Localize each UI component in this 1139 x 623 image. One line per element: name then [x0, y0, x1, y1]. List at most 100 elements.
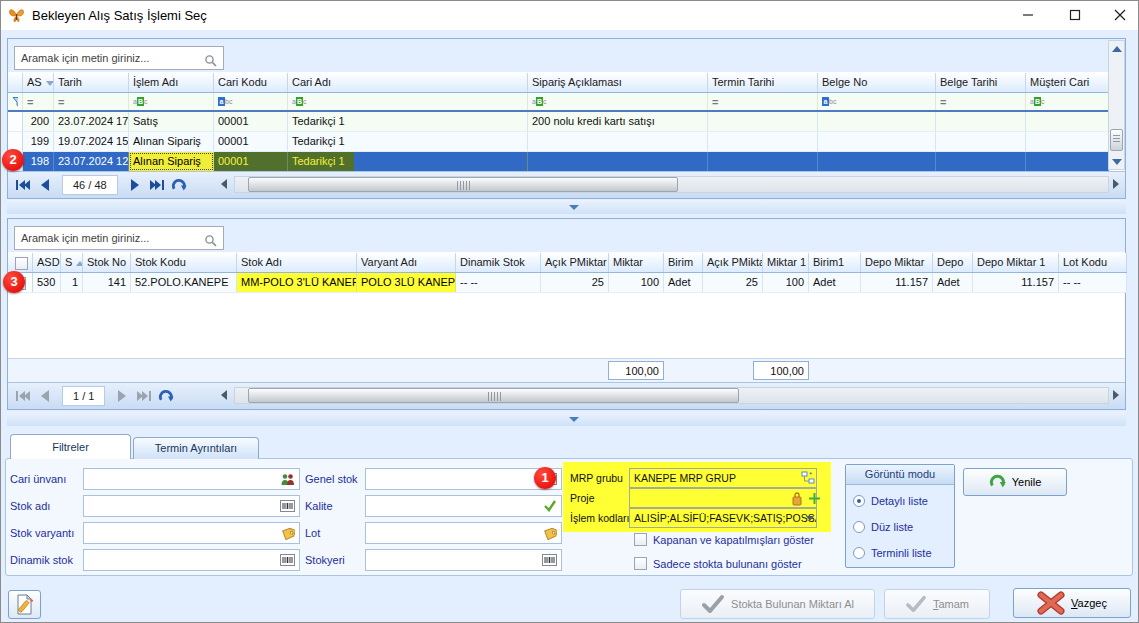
grid2-cell[interactable]: 11.157	[973, 273, 1059, 292]
grid2-cell[interactable]: 11.157	[861, 273, 933, 292]
grid1-cell[interactable]	[708, 152, 818, 171]
pager-prev-button[interactable]	[34, 175, 56, 195]
grid1-cell[interactable]: Tedarikçi 1	[288, 112, 528, 131]
grid2-cell[interactable]: MM-POLO 3'LÜ KANEPE	[237, 273, 357, 292]
splitter-top[interactable]	[7, 200, 1126, 214]
grid2-col-header[interactable]: S	[61, 253, 83, 272]
pager-next-button[interactable]	[111, 386, 133, 406]
grid1-cell[interactable]: 00001	[214, 112, 288, 131]
filter-input[interactable]	[365, 549, 562, 571]
grid2-hscrollbar[interactable]	[234, 387, 1109, 404]
grid1-filter-cell[interactable]: =	[936, 93, 1026, 110]
grid2-col-header[interactable]: Birim1	[809, 253, 861, 272]
grid2-col-header[interactable]: Dinamik Stok	[456, 253, 541, 272]
filter-input[interactable]	[83, 522, 300, 544]
grid2-col-header[interactable]: Depo	[933, 253, 973, 272]
radio-terminli-liste[interactable]	[853, 547, 865, 559]
filter-input[interactable]	[365, 468, 562, 490]
pager-last-button[interactable]	[133, 386, 155, 406]
grid2-cell[interactable]: 25	[703, 273, 763, 292]
pager-refresh-button[interactable]	[168, 175, 190, 195]
grid1-filter-cell[interactable]: =	[54, 93, 129, 110]
grid2-cell[interactable]: -- --	[456, 273, 541, 292]
grid1-cell[interactable]: 19.07.2024 15:1	[54, 132, 129, 151]
grid1-vscrollbar[interactable]	[1108, 40, 1125, 170]
grid1-cell[interactable]: Tedarikçi 1	[288, 152, 528, 171]
proje-input[interactable]	[629, 488, 817, 508]
grid1-cell[interactable]	[708, 132, 818, 151]
grid1-col-header[interactable]: Sipariş Açıklaması	[528, 73, 708, 92]
grid2-cell[interactable]: Adet	[809, 273, 861, 292]
pager-next-button[interactable]	[124, 175, 146, 195]
grid1-cell[interactable]	[818, 152, 936, 171]
grid2-cell[interactable]: POLO 3LÜ KANEPE	[357, 273, 456, 292]
grid1-row-1[interactable]: 19919.07.2024 15:1Alınan Sipariş00001Ted…	[8, 132, 1109, 152]
grid1-cell[interactable]	[818, 112, 936, 131]
grid1-cell[interactable]: Tedarikçi 1	[288, 132, 528, 151]
grid1-filter-cell[interactable]: =	[708, 93, 818, 110]
grid1-cell[interactable]: 200	[23, 112, 54, 131]
grid2-cell[interactable]: 100	[609, 273, 664, 292]
grid2-col-header[interactable]: Açık PMiktar	[541, 253, 609, 272]
radio-detayli-liste[interactable]	[853, 495, 865, 507]
grid2-col-header[interactable]: Lot Kodu	[1059, 253, 1127, 272]
grid1-col-header[interactable]: AS	[23, 73, 54, 92]
grid1-cell[interactable]	[1026, 152, 1109, 171]
grid1-cell[interactable]: 200 nolu kredi kartı satışı	[528, 112, 708, 131]
tab-termin-ayrintilari[interactable]: Termin Ayrıntıları	[133, 437, 259, 459]
filter-input[interactable]	[83, 468, 300, 490]
kapanan-checkbox[interactable]	[634, 533, 647, 546]
grid2-col-header[interactable]: Stok Adı	[237, 253, 357, 272]
grid2-cell[interactable]: 141	[83, 273, 131, 292]
pager-refresh-button[interactable]	[155, 386, 177, 406]
tab-filtreler[interactable]: Filtreler	[10, 434, 131, 459]
grid2-col-header[interactable]: ASD	[33, 253, 61, 272]
grid1-filter-cell[interactable]: aBc	[288, 93, 528, 110]
grid2-cell[interactable]: 25	[541, 273, 609, 292]
grid1-hscrollbar[interactable]	[234, 176, 1109, 193]
add-icon[interactable]	[808, 492, 821, 505]
grid1-cell[interactable]: Alınan Sipariş	[129, 132, 214, 151]
grid1-col-header[interactable]: Müşteri Cari	[1026, 73, 1109, 92]
grid2-cell[interactable]: -- --	[1059, 273, 1127, 292]
grid1-filter-cell[interactable]: abc	[214, 93, 288, 110]
tag-icon[interactable]	[543, 527, 557, 543]
maximize-button[interactable]	[1055, 0, 1095, 30]
grid1-cell[interactable]	[528, 152, 708, 171]
pager-prev-button[interactable]	[34, 386, 56, 406]
grid1-cell[interactable]	[1026, 132, 1109, 151]
grid1-cell[interactable]	[708, 112, 818, 131]
grid2-row-0[interactable]: 530114152.POLO.KANEPEMM-POLO 3'LÜ KANEPE…	[8, 273, 1127, 293]
grid1-cell[interactable]: 00001	[214, 152, 288, 171]
grid1-filter-cell[interactable]: abc	[818, 93, 936, 110]
grid2-col-header[interactable]: Stok Kodu	[131, 253, 237, 272]
grid1-cell[interactable]: 23.07.2024 12::	[54, 152, 129, 171]
vazgec-button[interactable]: Vazgeç	[1013, 588, 1131, 618]
grid1-cell[interactable]: Alınan Sipariş	[129, 152, 214, 171]
grid1-col-header[interactable]: Tarih	[54, 73, 129, 92]
grid1-cell[interactable]	[818, 132, 936, 151]
grid2-cell[interactable]: 1	[61, 273, 83, 292]
grid1-cell[interactable]: 23.07.2024 17::	[54, 112, 129, 131]
grid1-filter-cell[interactable]: aBc	[129, 93, 214, 110]
people-icon[interactable]	[280, 473, 295, 488]
grid2-col-header[interactable]: Miktar	[609, 253, 664, 272]
stokta-bulunan-button[interactable]: Stokta Bulunan Miktarı Al	[680, 589, 875, 619]
grid2-cell[interactable]: Adet	[933, 273, 973, 292]
grid1-col-header[interactable]: Belge No	[818, 73, 936, 92]
grid1-cell[interactable]	[1026, 112, 1109, 131]
orders-search-input[interactable]: Aramak için metin giriniz...	[14, 46, 224, 70]
grid2-cell[interactable]: 52.POLO.KANEPE	[131, 273, 237, 292]
minimize-button[interactable]	[1008, 0, 1048, 30]
check-icon[interactable]	[543, 500, 557, 514]
grid2-col-header[interactable]: Depo Miktar	[861, 253, 933, 272]
select-all-checkbox[interactable]	[15, 257, 28, 270]
tamam-button[interactable]: Tamam	[884, 589, 990, 619]
grid1-cell[interactable]	[936, 152, 1026, 171]
grid1-cell[interactable]: 198	[23, 152, 54, 171]
grid1-filter-cell[interactable]: =	[23, 93, 54, 110]
mrp-grubu-input[interactable]: KANEPE MRP GRUP	[629, 468, 817, 488]
grid1-col-header[interactable]: İşlem Adı	[129, 73, 214, 92]
chevron-down-icon[interactable]	[806, 516, 814, 521]
grid2-col-header[interactable]: Açık PMiktar 1	[703, 253, 763, 272]
